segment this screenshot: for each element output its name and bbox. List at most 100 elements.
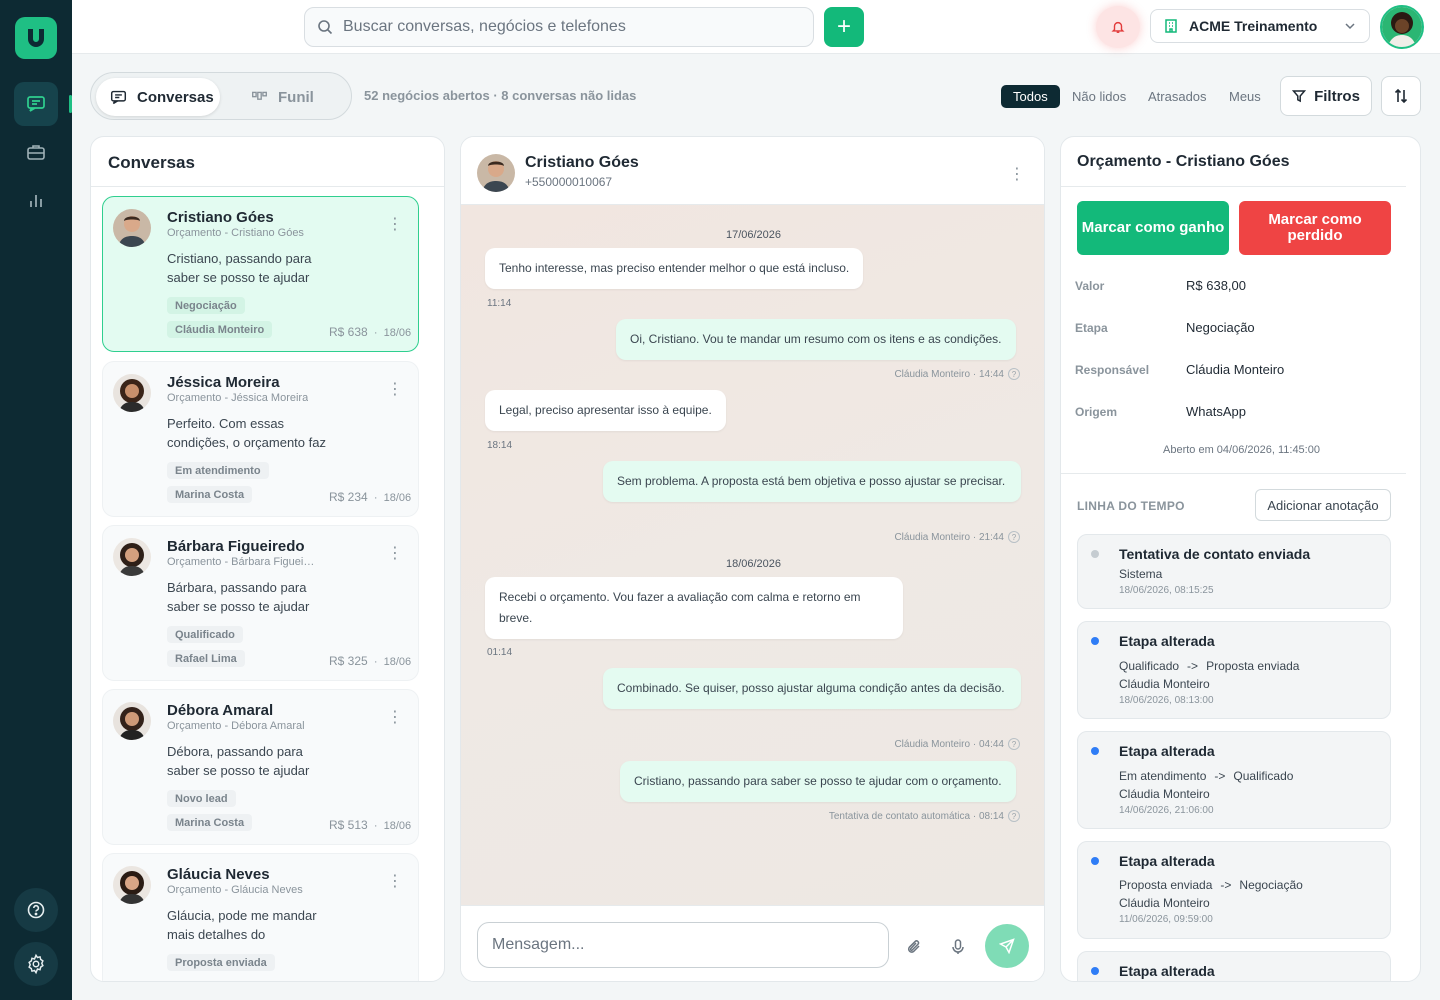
deal-meta: R$ 234 · 18/06 [329, 490, 411, 504]
help-button[interactable] [14, 888, 58, 932]
message-time: 01:14 [487, 647, 513, 658]
deal-subtitle: Orçamento - Jéssica Moreira [167, 392, 309, 404]
notifications-button[interactable] [1096, 6, 1140, 48]
add-note-button[interactable]: Adicionar anotação [1255, 489, 1391, 521]
timeline-event-time: 18/06/2026, 08:13:00 [1119, 695, 1214, 706]
settings-button[interactable] [14, 942, 58, 986]
owner-badge: Cláudia Monteiro [167, 321, 273, 338]
message-time: 04:44 [978, 738, 1004, 750]
contact-name: Gláucia Neves [167, 866, 270, 883]
sidebar-item-reports[interactable] [14, 178, 58, 222]
filter-atrasados[interactable]: Atrasados [1136, 85, 1219, 108]
deal-title: Orçamento - Cristiano Góes [1077, 153, 1290, 170]
message-composer [461, 905, 1044, 981]
field-label-responsavel: Responsável [1075, 363, 1150, 377]
filter-meus[interactable]: Meus [1217, 85, 1273, 108]
workspace-selector[interactable]: ACME Treinamento [1150, 9, 1370, 43]
filter-nao-lidos[interactable]: Não lidos [1060, 85, 1138, 108]
app-logo[interactable] [15, 17, 57, 59]
timeline-event-actor: Cláudia Monteiro [1119, 896, 1210, 910]
separator: · [373, 820, 378, 832]
search-input[interactable] [343, 18, 783, 36]
help-mark-icon[interactable]: ? [1008, 810, 1020, 822]
message-meta: Cláudia Monteiro · 14:44? [894, 368, 1020, 380]
deal-value: R$ 513 [329, 818, 368, 832]
separator: · [373, 656, 378, 668]
stage-from: Qualificado [1119, 659, 1180, 673]
more-options-icon[interactable]: ⋮ [387, 874, 403, 890]
timeline-event-time: 18/06/2026, 08:15:25 [1119, 585, 1214, 596]
more-options-icon[interactable]: ⋮ [387, 382, 403, 398]
message-list: 17/06/2026 Tenho interesse, mas preciso … [461, 205, 1044, 905]
more-options-icon[interactable]: ⋮ [387, 710, 403, 726]
message-time: 21:44 [978, 531, 1004, 543]
microphone-icon [952, 939, 964, 954]
message-time: 08:14 [978, 810, 1004, 822]
last-message: Gláucia, pode me mandar mais detalhes do… [167, 908, 317, 942]
help-mark-icon[interactable]: ? [1008, 368, 1020, 380]
search-box[interactable] [304, 7, 814, 47]
avatar [477, 154, 515, 192]
sort-icon [1394, 88, 1408, 104]
stage-from: Proposta enviada [1119, 878, 1213, 892]
conversation-item[interactable]: Cristiano Góes Orçamento - Cristiano Góe… [102, 196, 419, 352]
message-time: 14:44 [978, 368, 1004, 380]
sidebar-item-deals[interactable] [14, 130, 58, 174]
sidebar-item-chat[interactable] [14, 82, 58, 126]
message-author: Cláudia Monteiro [894, 738, 971, 750]
conversations-title: Conversas [108, 153, 195, 172]
more-options-icon[interactable]: ⋮ [387, 217, 403, 233]
add-button[interactable]: + [824, 7, 864, 47]
field-label-valor: Valor [1075, 279, 1105, 293]
more-options-icon[interactable]: ⋮ [387, 546, 403, 562]
stage-badge: Proposta enviada [167, 954, 275, 971]
separator: · [373, 327, 378, 339]
timeline-event-title: Etapa alterada [1119, 853, 1215, 869]
help-icon [27, 901, 45, 919]
timeline-event: Etapa alterada Qualificado -> Proposta env… [1077, 621, 1391, 719]
stage-to: Negociação [1239, 878, 1303, 892]
conversation-item[interactable]: Débora Amaral Orçamento - Débora Amaral … [102, 689, 419, 845]
timeline-event-actor: Sistema [1119, 567, 1163, 581]
message-meta: Tentativa de contato automática · 08:14? [829, 810, 1020, 822]
attach-button[interactable] [905, 938, 923, 956]
avatar [113, 374, 151, 412]
sort-button[interactable] [1381, 76, 1421, 116]
message-time: 11:14 [487, 298, 512, 309]
filters-button[interactable]: Filtros [1280, 76, 1372, 116]
mark-won-button[interactable]: Marcar como ganho [1077, 201, 1229, 255]
arrow-icon: -> [1214, 769, 1226, 783]
mark-lost-button[interactable]: Marcar como perdido [1239, 201, 1391, 255]
topbar: + ACME Treinamento [72, 0, 1440, 54]
avatar [113, 209, 151, 247]
filter-icon [1292, 90, 1307, 103]
owner-badge: Rafael Lima [167, 650, 245, 667]
voice-button[interactable] [949, 938, 967, 956]
conversation-item[interactable]: Gláucia Neves Orçamento - Gláucia Neves … [102, 853, 419, 981]
deal-date: 18/06 [383, 327, 412, 339]
stage-badge: Em atendimento [167, 462, 269, 479]
more-options-icon[interactable]: ⋮ [1009, 164, 1025, 184]
conversation-item[interactable]: Bárbara Figueiredo Orçamento - Bárbara F… [102, 525, 419, 681]
gear-icon [28, 953, 44, 975]
search-icon [318, 20, 333, 35]
separator: · [972, 531, 977, 543]
timeline-title: LINHA DO TEMPO [1077, 499, 1185, 513]
deal-subtitle: Orçamento - Gláucia Neves [167, 884, 303, 896]
conversation-item[interactable]: Jéssica Moreira Orçamento - Jéssica More… [102, 361, 419, 517]
chat-icon [27, 96, 45, 112]
filter-todos[interactable]: Todos [1001, 85, 1060, 108]
help-mark-icon[interactable]: ? [1008, 531, 1020, 543]
message-input[interactable] [477, 922, 889, 968]
send-button[interactable] [985, 924, 1029, 968]
help-mark-icon[interactable]: ? [1008, 738, 1020, 750]
tab-funil[interactable]: Funil [251, 78, 314, 116]
timeline-event-title: Tentativa de contato enviada [1119, 546, 1311, 562]
field-value-responsavel: Cláudia Monteiro [1186, 362, 1285, 377]
timeline-dot [1091, 747, 1099, 755]
bell-icon [1111, 21, 1125, 33]
timeline-event-title: Etapa alterada [1119, 633, 1215, 649]
user-avatar[interactable] [1380, 5, 1424, 49]
tab-conversas[interactable]: Conversas [96, 78, 220, 116]
timeline-dot [1091, 550, 1099, 558]
